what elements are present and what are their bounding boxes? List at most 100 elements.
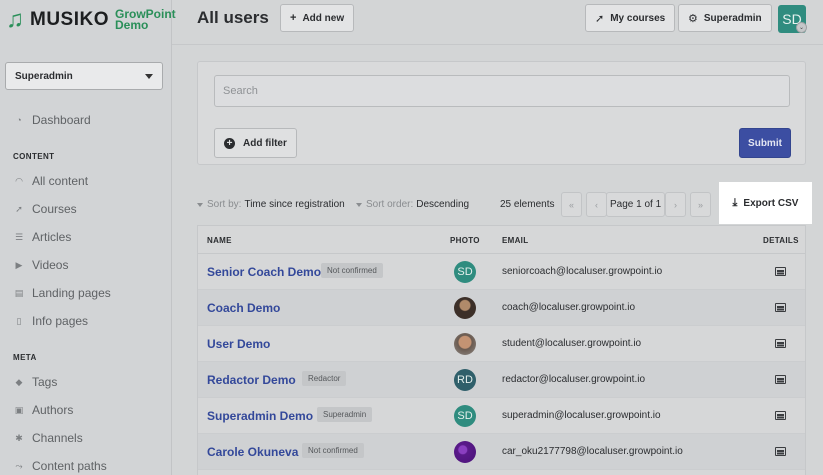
caret-down-icon bbox=[356, 202, 362, 207]
search-input[interactable] bbox=[214, 75, 790, 107]
gear-icon: ⚙ bbox=[688, 12, 698, 25]
user-email: redactor@localuser.growpoint.io bbox=[502, 374, 646, 385]
column-header-details: DETAILS bbox=[763, 236, 799, 245]
element-count: 25 elements bbox=[500, 199, 555, 210]
rss-icon: ◠ bbox=[15, 175, 23, 186]
role-badge: Superadmin bbox=[317, 407, 373, 422]
table-row: Coach Demo coach@localuser.growpoint.io bbox=[198, 290, 805, 326]
add-filter-button[interactable]: + Add filter bbox=[214, 128, 297, 158]
submit-button[interactable]: Submit bbox=[739, 128, 791, 158]
add-new-button[interactable]: + Add new bbox=[280, 4, 355, 32]
table-header: NAME PHOTO EMAIL DETAILS bbox=[198, 226, 805, 254]
avatar: SD bbox=[454, 405, 476, 427]
superadmin-button[interactable]: ⚙ Superadmin bbox=[678, 4, 772, 32]
prev-page-button[interactable]: ‹ bbox=[586, 192, 607, 217]
table-row: Senior Coach Demo Not confirmed SD senio… bbox=[198, 254, 805, 290]
chevron-right-icon: › bbox=[674, 199, 677, 210]
details-icon[interactable] bbox=[775, 267, 786, 276]
my-courses-button[interactable]: ➚ My courses bbox=[585, 4, 676, 32]
last-page-button[interactable]: » bbox=[690, 192, 711, 217]
table-row: Superadmin Demo Superadmin SD superadmin… bbox=[198, 398, 805, 434]
role-badge: Redactor bbox=[302, 371, 347, 386]
logo-subtitle: GrowPoint Demo bbox=[115, 7, 176, 32]
header-divider bbox=[172, 44, 823, 45]
status-badge: Not confirmed bbox=[321, 263, 383, 278]
table-row: Redactor Demo Redactor RD redactor@local… bbox=[198, 362, 805, 398]
role-select[interactable]: Superadmin bbox=[5, 62, 163, 90]
sidebar-section-content: CONTENT bbox=[13, 152, 55, 161]
id-card-icon: ▣ bbox=[14, 404, 24, 415]
list-icon: ☰ bbox=[14, 231, 24, 242]
caret-down-icon bbox=[145, 73, 153, 79]
status-badge: Not confirmed bbox=[302, 443, 364, 458]
avatar bbox=[454, 333, 476, 355]
user-name-link[interactable]: Senior Coach Demo bbox=[207, 265, 321, 279]
sidebar-item-articles[interactable]: ☰ Articles bbox=[13, 230, 71, 244]
chevron-left-icon: ‹ bbox=[595, 199, 598, 210]
user-name-link[interactable]: Carole Okuneva bbox=[207, 445, 298, 459]
page-info: Page 1 of 1 bbox=[610, 199, 662, 210]
user-name-link[interactable]: User Demo bbox=[207, 337, 270, 351]
plus-circle-icon: + bbox=[224, 137, 235, 149]
sidebar: ♫ MUSIKO GrowPoint Demo Superadmin ◔ Das… bbox=[0, 0, 176, 475]
details-icon[interactable] bbox=[775, 375, 786, 384]
filter-panel: + Add filter Submit bbox=[197, 61, 806, 165]
chevron-down-icon[interactable]: ⌄ bbox=[796, 22, 807, 33]
double-chevron-left-icon: « bbox=[568, 199, 574, 210]
avatar bbox=[454, 297, 476, 319]
download-icon: ⤓ bbox=[732, 196, 738, 209]
sidebar-item-landing-pages[interactable]: ▤ Landing pages bbox=[13, 286, 111, 300]
next-page-button[interactable]: › bbox=[665, 192, 686, 217]
details-icon[interactable] bbox=[775, 411, 786, 420]
double-chevron-right-icon: » bbox=[697, 199, 703, 210]
sidebar-item-content-paths[interactable]: ⤳ Content paths bbox=[13, 459, 106, 473]
user-email: superadmin@localuser.growpoint.io bbox=[502, 410, 661, 421]
user-email: student@localuser.growpoint.io bbox=[502, 338, 642, 349]
table-row: Carole Okuneva Not confirmed car_oku2177… bbox=[198, 434, 805, 470]
avatar: RD bbox=[454, 369, 476, 391]
first-page-button[interactable]: « bbox=[561, 192, 582, 217]
keyboard-icon: ▤ bbox=[14, 287, 24, 298]
user-name-link[interactable]: Redactor Demo bbox=[207, 373, 296, 387]
sidebar-section-meta: META bbox=[13, 353, 37, 362]
sort-order-select[interactable]: Sort order: Descending bbox=[356, 199, 469, 210]
details-icon[interactable] bbox=[775, 339, 786, 348]
asterisk-icon: ✱ bbox=[15, 432, 23, 443]
details-icon[interactable] bbox=[775, 303, 786, 312]
sidebar-item-info-pages[interactable]: ▯ Info pages bbox=[13, 314, 89, 328]
tag-icon: ◆ bbox=[15, 376, 23, 387]
music-note-icon: ♫ bbox=[6, 6, 24, 33]
table-row: User Demo student@localuser.growpoint.io bbox=[198, 326, 805, 362]
logo-name: MUSIKO bbox=[30, 9, 109, 30]
sidebar-item-courses[interactable]: ➚ Courses bbox=[13, 202, 76, 216]
sidebar-item-videos[interactable]: ▶ Videos bbox=[13, 258, 69, 272]
plus-icon: + bbox=[290, 12, 297, 24]
avatar bbox=[454, 441, 476, 463]
column-header-name[interactable]: NAME bbox=[207, 236, 232, 245]
users-table: NAME PHOTO EMAIL DETAILS Senior Coach De… bbox=[197, 225, 806, 475]
user-name-link[interactable]: Coach Demo bbox=[207, 301, 280, 315]
column-header-email[interactable]: EMAIL bbox=[502, 236, 528, 245]
sidebar-item-channels[interactable]: ✱ Channels bbox=[13, 431, 82, 445]
details-icon[interactable] bbox=[775, 447, 786, 456]
file-icon: ▯ bbox=[16, 315, 22, 326]
rocket-icon: ➚ bbox=[595, 12, 605, 25]
user-email: seniorcoach@localuser.growpoint.io bbox=[502, 266, 663, 277]
user-email: car_oku2177798@localuser.growpoint.io bbox=[502, 446, 683, 457]
sort-by-select[interactable]: Sort by: Time since registration bbox=[197, 199, 345, 210]
sidebar-item-tags[interactable]: ◆ Tags bbox=[13, 375, 58, 389]
user-name-link[interactable]: Superadmin Demo bbox=[207, 409, 313, 423]
sidebar-item-dashboard[interactable]: ◔ Dashboard bbox=[13, 113, 90, 127]
logo[interactable]: ♫ MUSIKO GrowPoint Demo bbox=[6, 6, 176, 34]
dashboard-icon: ◔ bbox=[16, 115, 22, 125]
column-header-photo: PHOTO bbox=[450, 236, 480, 245]
user-email: coach@localuser.growpoint.io bbox=[502, 302, 636, 313]
export-csv-button[interactable]: ⤓ Export CSV bbox=[719, 182, 812, 224]
page-title: All users bbox=[197, 8, 269, 27]
avatar: SD bbox=[454, 261, 476, 283]
play-icon: ▶ bbox=[15, 259, 23, 270]
caret-down-icon bbox=[197, 202, 203, 207]
rocket-icon: ➚ bbox=[15, 203, 23, 214]
sidebar-item-all-content[interactable]: ◠ All content bbox=[13, 174, 88, 188]
sidebar-item-authors[interactable]: ▣ Authors bbox=[13, 403, 74, 417]
